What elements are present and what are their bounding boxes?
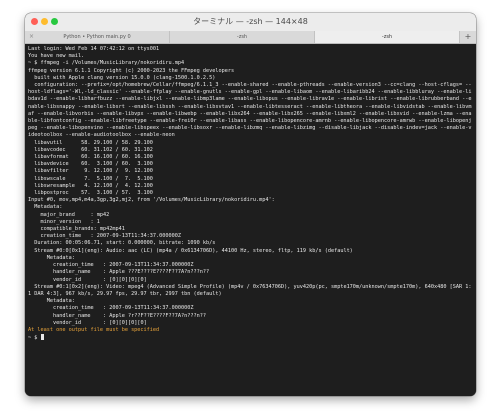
prompt-text: ~ $ [28, 335, 41, 342]
terminal-line: Metadata: [28, 204, 63, 211]
terminal-line: Last login: Wed Feb 14 07:42:12 on ttys0… [28, 46, 160, 52]
terminal-line: vendor_id : [0][0][0][0] [28, 319, 147, 326]
terminal-output[interactable]: Last login: Wed Feb 14 07:42:12 on ttys0… [25, 44, 476, 396]
terminal-line: libswresample 4. 12.100 / 4. 12.100 [28, 182, 153, 189]
terminal-line: ~ $ ffmpeg -i /Volumes/MusicLibrary/noko… [28, 60, 185, 67]
tab-close-icon[interactable]: × [29, 31, 34, 43]
terminal-line: handler_name : Apple ???E????E????F??7A?… [28, 269, 210, 276]
terminal-line: libavdevice 60. 3.100 / 60. 3.100 [28, 161, 153, 168]
terminal-line: creation_time : 2007-09-13T11:34:37.0000… [28, 233, 182, 240]
terminal-line: creation_time : 2007-09-13T11:34:37.0000… [28, 305, 194, 312]
tab-label: -zsh [381, 34, 393, 40]
terminal-line: vendor_id : [0][0][0][0] [28, 276, 147, 283]
terminal-lines: Last login: Wed Feb 14 07:42:12 on ttys0… [28, 46, 473, 327]
terminal-line: libpostproc 57. 3.100 / 57. 3.100 [28, 190, 153, 197]
terminal-line: You have new mail. [28, 53, 85, 60]
tab-zsh-1[interactable]: -zsh [170, 31, 315, 43]
terminal-line: Input #0, mov,mp4,m4a,3gp,3g2,mj2, from … [28, 197, 275, 204]
warning-line: At least one output file must be specifi… [28, 326, 160, 333]
terminal-line: libavfilter 9. 12.100 / 9. 12.100 [28, 168, 153, 175]
terminal-window: ターミナル — -zsh — 144×48 × Python • Python … [25, 13, 476, 396]
text-cursor [40, 334, 44, 341]
terminal-line: Metadata: [28, 298, 75, 305]
new-tab-icon[interactable]: + [460, 31, 476, 43]
terminal-line: minor_version : 1 [28, 218, 100, 225]
terminal-line: libavutil 58. 29.100 / 58. 29.100 [28, 139, 153, 146]
terminal-line: Stream #0:0[0x1](eng): Audio: aac (LC) (… [28, 247, 353, 254]
tab-label: Python • Python main.py 0 [63, 34, 131, 40]
terminal-line: libavformat 60. 16.100 / 60. 16.100 [28, 154, 153, 161]
tab-python[interactable]: × Python • Python main.py 0 [25, 31, 170, 43]
tab-bar: × Python • Python main.py 0 -zsh -zsh + [25, 31, 476, 44]
terminal-line: handler_name : Apple ?r??F??E????F??7A?n… [28, 312, 207, 319]
terminal-line: compatible_brands: mp42mp41 [28, 226, 125, 233]
terminal-line: creation_time : 2007-09-13T11:34:37.0000… [28, 262, 194, 269]
terminal-line: ffmpeg version 6.1.1 Copyright (c) 2000-… [28, 67, 235, 74]
window-title: ターミナル — -zsh — 144×48 [193, 17, 308, 26]
terminal-line: configuration: --prefix=/opt/homebrew/Ce… [28, 82, 472, 139]
terminal-line: Duration: 00:05:06.71, start: 0.000000, … [28, 240, 216, 247]
terminal-line: libavcodec 60. 31.102 / 60. 31.102 [28, 146, 153, 153]
terminal-line: major_brand : mp42 [28, 211, 110, 218]
title-bar[interactable]: ターミナル — -zsh — 144×48 [25, 13, 476, 32]
tab-zsh-2[interactable]: -zsh [315, 31, 460, 43]
tab-label: -zsh [236, 34, 248, 40]
terminal-line: Stream #0:1[0x2](eng): Video: mpeg4 (Adv… [28, 283, 472, 297]
prompt-line[interactable]: ~ $ [28, 334, 473, 342]
terminal-line: libswscale 7. 5.100 / 7. 5.100 [28, 175, 153, 182]
terminal-line: Metadata: [28, 254, 75, 261]
terminal-line: built with Apple clang version 15.0.0 (c… [28, 74, 216, 81]
